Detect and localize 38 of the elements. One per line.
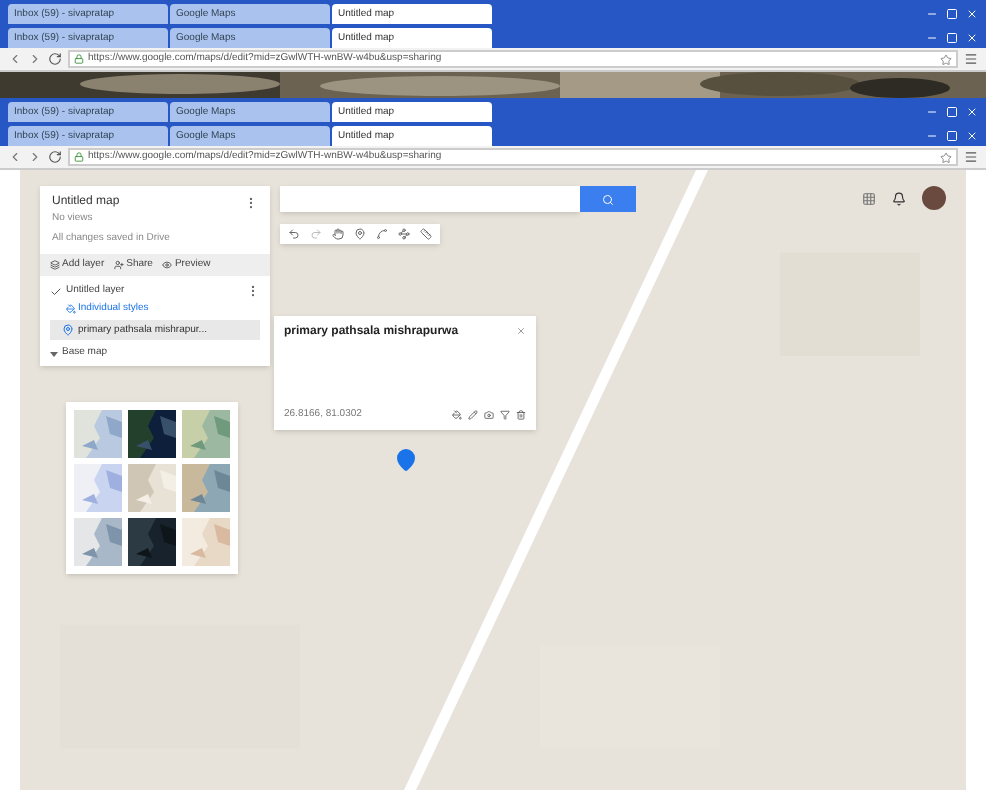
- menu-icon[interactable]: [964, 150, 978, 164]
- map-marker-icon[interactable]: [394, 448, 418, 472]
- add-person-icon: [114, 260, 125, 270]
- star-icon[interactable]: [940, 151, 952, 163]
- caret-icon[interactable]: [50, 349, 58, 357]
- layers-icon: [50, 260, 60, 270]
- notifications-icon[interactable]: [892, 191, 906, 205]
- redo-icon[interactable]: [310, 228, 322, 240]
- filter-icon[interactable]: [500, 410, 510, 420]
- route-icon[interactable]: [398, 228, 410, 240]
- reload-icon[interactable]: [48, 52, 62, 66]
- apps-icon[interactable]: [862, 191, 876, 205]
- back-icon[interactable]: [8, 150, 22, 164]
- lock-icon: [74, 152, 84, 162]
- lock-icon: [74, 54, 84, 64]
- ruler-icon[interactable]: [420, 228, 432, 240]
- paint-bucket-icon[interactable]: [452, 410, 462, 420]
- pencil-icon[interactable]: [468, 410, 478, 420]
- more-icon[interactable]: [246, 284, 260, 298]
- reload-icon[interactable]: [48, 150, 62, 164]
- camera-icon[interactable]: [484, 410, 494, 420]
- paint-bucket-icon: [66, 304, 76, 314]
- back-icon[interactable]: [8, 52, 22, 66]
- line-icon[interactable]: [376, 228, 388, 240]
- search-icon: [602, 193, 614, 205]
- forward-icon[interactable]: [28, 150, 42, 164]
- pin-icon: [62, 324, 74, 336]
- search-field[interactable]: [280, 186, 580, 212]
- menu-icon[interactable]: [964, 52, 978, 66]
- pin-icon[interactable]: [354, 228, 366, 240]
- layer-checkbox[interactable]: [50, 285, 62, 297]
- more-icon[interactable]: [244, 196, 258, 210]
- trash-icon[interactable]: [516, 410, 526, 420]
- eye-icon: [162, 260, 173, 270]
- undo-icon[interactable]: [288, 228, 300, 240]
- forward-icon[interactable]: [28, 52, 42, 66]
- star-icon[interactable]: [940, 53, 952, 65]
- hand-icon[interactable]: [332, 228, 344, 240]
